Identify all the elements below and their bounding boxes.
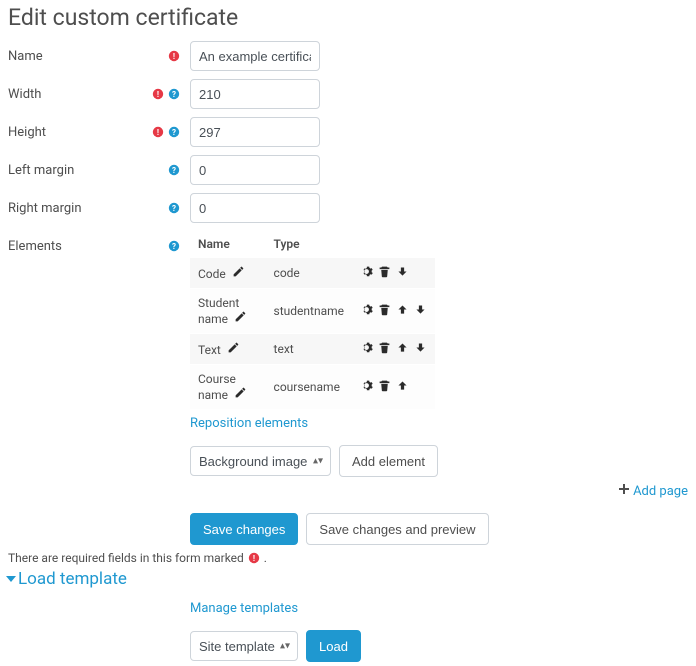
add-page-link[interactable]: Add page <box>633 484 688 499</box>
arrow-up-icon[interactable] <box>396 341 409 357</box>
left-margin-input[interactable] <box>190 155 320 185</box>
height-input[interactable] <box>190 117 320 147</box>
arrow-down-icon[interactable] <box>414 341 427 357</box>
element-type: studentname <box>266 289 352 334</box>
name-input[interactable] <box>190 41 320 71</box>
right-margin-input[interactable] <box>190 193 320 223</box>
pencil-icon[interactable] <box>234 312 247 326</box>
svg-text:!: ! <box>157 128 159 137</box>
save-button[interactable]: Save changes <box>190 513 298 545</box>
width-input[interactable] <box>190 79 320 109</box>
required-icon: ! <box>152 88 164 100</box>
pencil-icon[interactable] <box>232 267 245 281</box>
element-type-select[interactable]: Background image <box>190 446 331 476</box>
required-icon: ! <box>152 126 164 138</box>
element-type: text <box>266 334 352 365</box>
required-icon: ! <box>168 50 180 62</box>
required-icon: ! <box>248 552 260 564</box>
width-label: Width <box>8 87 41 102</box>
help-icon[interactable]: ? <box>168 164 180 176</box>
svg-text:?: ? <box>172 128 176 137</box>
plus-icon <box>618 484 630 499</box>
add-element-button[interactable]: Add element <box>339 445 438 477</box>
svg-text:?: ? <box>172 90 176 99</box>
trash-icon[interactable] <box>378 341 391 357</box>
svg-text:?: ? <box>172 242 176 251</box>
load-template-toggle[interactable]: Load template <box>8 569 688 589</box>
gear-icon[interactable] <box>360 341 373 357</box>
right-margin-label: Right margin <box>8 201 82 216</box>
page-title: Edit custom certificate <box>8 4 688 31</box>
left-margin-label: Left margin <box>8 163 74 178</box>
col-type: Type <box>266 231 352 258</box>
pencil-icon[interactable] <box>234 388 247 402</box>
table-row: Code code <box>190 258 435 289</box>
col-name: Name <box>190 231 266 258</box>
help-icon[interactable]: ? <box>168 202 180 214</box>
element-name: Course name <box>198 372 236 402</box>
element-name: Text <box>198 343 221 357</box>
required-note-text: There are required fields in this form m… <box>8 551 244 565</box>
required-note-dot: . <box>264 551 267 565</box>
load-template-title: Load template <box>18 569 127 589</box>
gear-icon[interactable] <box>360 265 373 281</box>
pencil-icon[interactable] <box>227 343 240 357</box>
gear-icon[interactable] <box>360 379 373 395</box>
elements-label: Elements <box>8 239 62 254</box>
template-select[interactable]: Site template <box>190 631 298 661</box>
trash-icon[interactable] <box>378 265 391 281</box>
load-button[interactable]: Load <box>306 630 361 662</box>
arrow-up-icon[interactable] <box>396 303 409 319</box>
save-preview-button[interactable]: Save changes and preview <box>306 513 488 545</box>
name-label: Name <box>8 49 43 64</box>
help-icon[interactable]: ? <box>168 240 180 252</box>
arrow-down-icon[interactable] <box>396 265 409 281</box>
trash-icon[interactable] <box>378 303 391 319</box>
arrow-down-icon[interactable] <box>414 303 427 319</box>
svg-text:!: ! <box>157 90 159 99</box>
manage-templates-link[interactable]: Manage templates <box>190 601 298 616</box>
help-icon[interactable]: ? <box>168 88 180 100</box>
table-row: Course name coursename <box>190 365 435 410</box>
svg-text:?: ? <box>172 166 176 175</box>
element-name: Code <box>198 267 226 281</box>
svg-text:!: ! <box>253 554 255 563</box>
svg-text:?: ? <box>172 204 176 213</box>
element-type: coursename <box>266 365 352 410</box>
table-row: Text text <box>190 334 435 365</box>
reposition-link[interactable]: Reposition elements <box>190 416 308 431</box>
arrow-up-icon[interactable] <box>396 379 409 395</box>
height-label: Height <box>8 125 46 140</box>
gear-icon[interactable] <box>360 303 373 319</box>
element-type: code <box>266 258 352 289</box>
table-row: Student namestudentname <box>190 289 435 334</box>
svg-text:!: ! <box>173 52 175 61</box>
help-icon[interactable]: ? <box>168 126 180 138</box>
elements-table: Name Type Code codeStudent namestudentnam… <box>190 231 435 410</box>
trash-icon[interactable] <box>378 379 391 395</box>
